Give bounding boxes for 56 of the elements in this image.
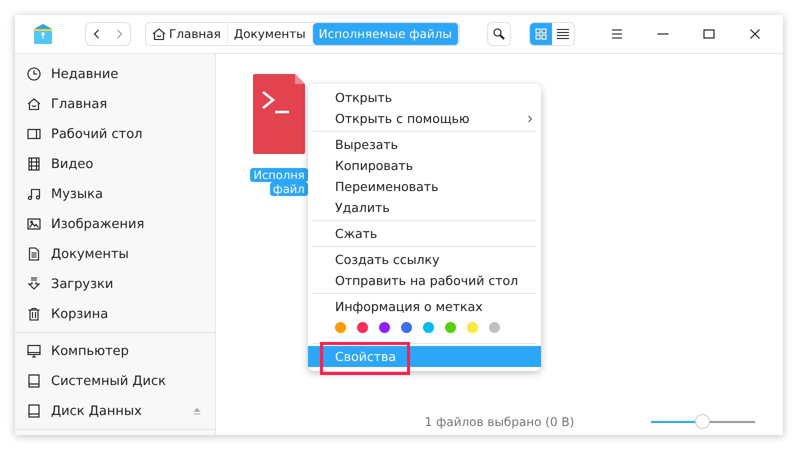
clock-icon [27,67,41,81]
tag-color-dot[interactable] [357,322,368,333]
home-icon [152,27,166,41]
tag-color-dot[interactable] [489,322,500,333]
sidebar-item[interactable]: Рабочий стол [15,119,215,149]
sidebar-item[interactable]: Документы [15,239,215,269]
menu-item[interactable]: Информация о метках [308,296,541,317]
menu-item[interactable]: Вырезать [308,134,541,155]
grid-view-icon [534,27,548,41]
home-icon [27,97,41,111]
maximize-icon [702,27,716,41]
sidebar-item[interactable]: Недавние [15,59,215,89]
drive-icon [27,374,41,388]
tag-color-dot[interactable] [467,322,478,333]
document-icon [27,247,41,261]
tag-color-dot[interactable] [401,322,412,333]
search-icon [492,27,506,41]
menu-item[interactable]: Отправить на рабочий стол [308,270,541,291]
sidebar-item[interactable]: Загрузки [15,269,215,299]
sidebar-item[interactable]: Системный Диск [15,366,215,396]
menu-icon [610,27,624,41]
tag-color-dot[interactable] [423,322,434,333]
sidebar-item[interactable]: Компьютер [15,336,215,366]
tag-color-dot[interactable] [445,322,456,333]
computer-icon [27,344,41,358]
tag-color-dot[interactable] [335,322,346,333]
breadcrumb[interactable]: Главная [146,23,228,45]
sidebar-item[interactable]: Диск Данных [15,396,215,426]
slider-thumb[interactable] [695,414,710,429]
drive-icon [27,404,41,418]
menu-item[interactable]: Копировать [308,155,541,176]
menu-item[interactable]: Открыть [308,87,541,108]
trash-icon [27,307,41,321]
eject-icon[interactable] [191,405,203,417]
status-text: 1 файлов выбрано (0 B) [424,415,574,429]
menu-item[interactable]: Сжать [308,223,541,244]
sidebar-item[interactable]: Корзина [15,299,215,329]
sidebar-item[interactable]: Видео [15,149,215,179]
search-button[interactable] [487,22,511,46]
app-logo-icon [33,23,53,45]
close-icon [748,27,762,41]
tag-color-dot[interactable] [379,322,390,333]
image-icon [27,217,41,231]
music-note-icon [27,187,41,201]
terminal-file-icon [253,74,305,154]
sidebar-item[interactable]: Главная [15,89,215,119]
sidebar-item[interactable]: Изображения [15,209,215,239]
list-view-icon [556,27,570,41]
monitor-icon [27,127,41,141]
menu-item[interactable]: Создать ссылку [308,249,541,270]
menu-item[interactable]: Открыть с помощью [308,108,541,129]
menu-item[interactable]: Удалить [308,197,541,218]
sidebar-item[interactable]: Музыка [15,179,215,209]
menu-item[interactable]: Переименовать [308,176,541,197]
film-icon [27,157,41,171]
download-icon [27,277,41,291]
